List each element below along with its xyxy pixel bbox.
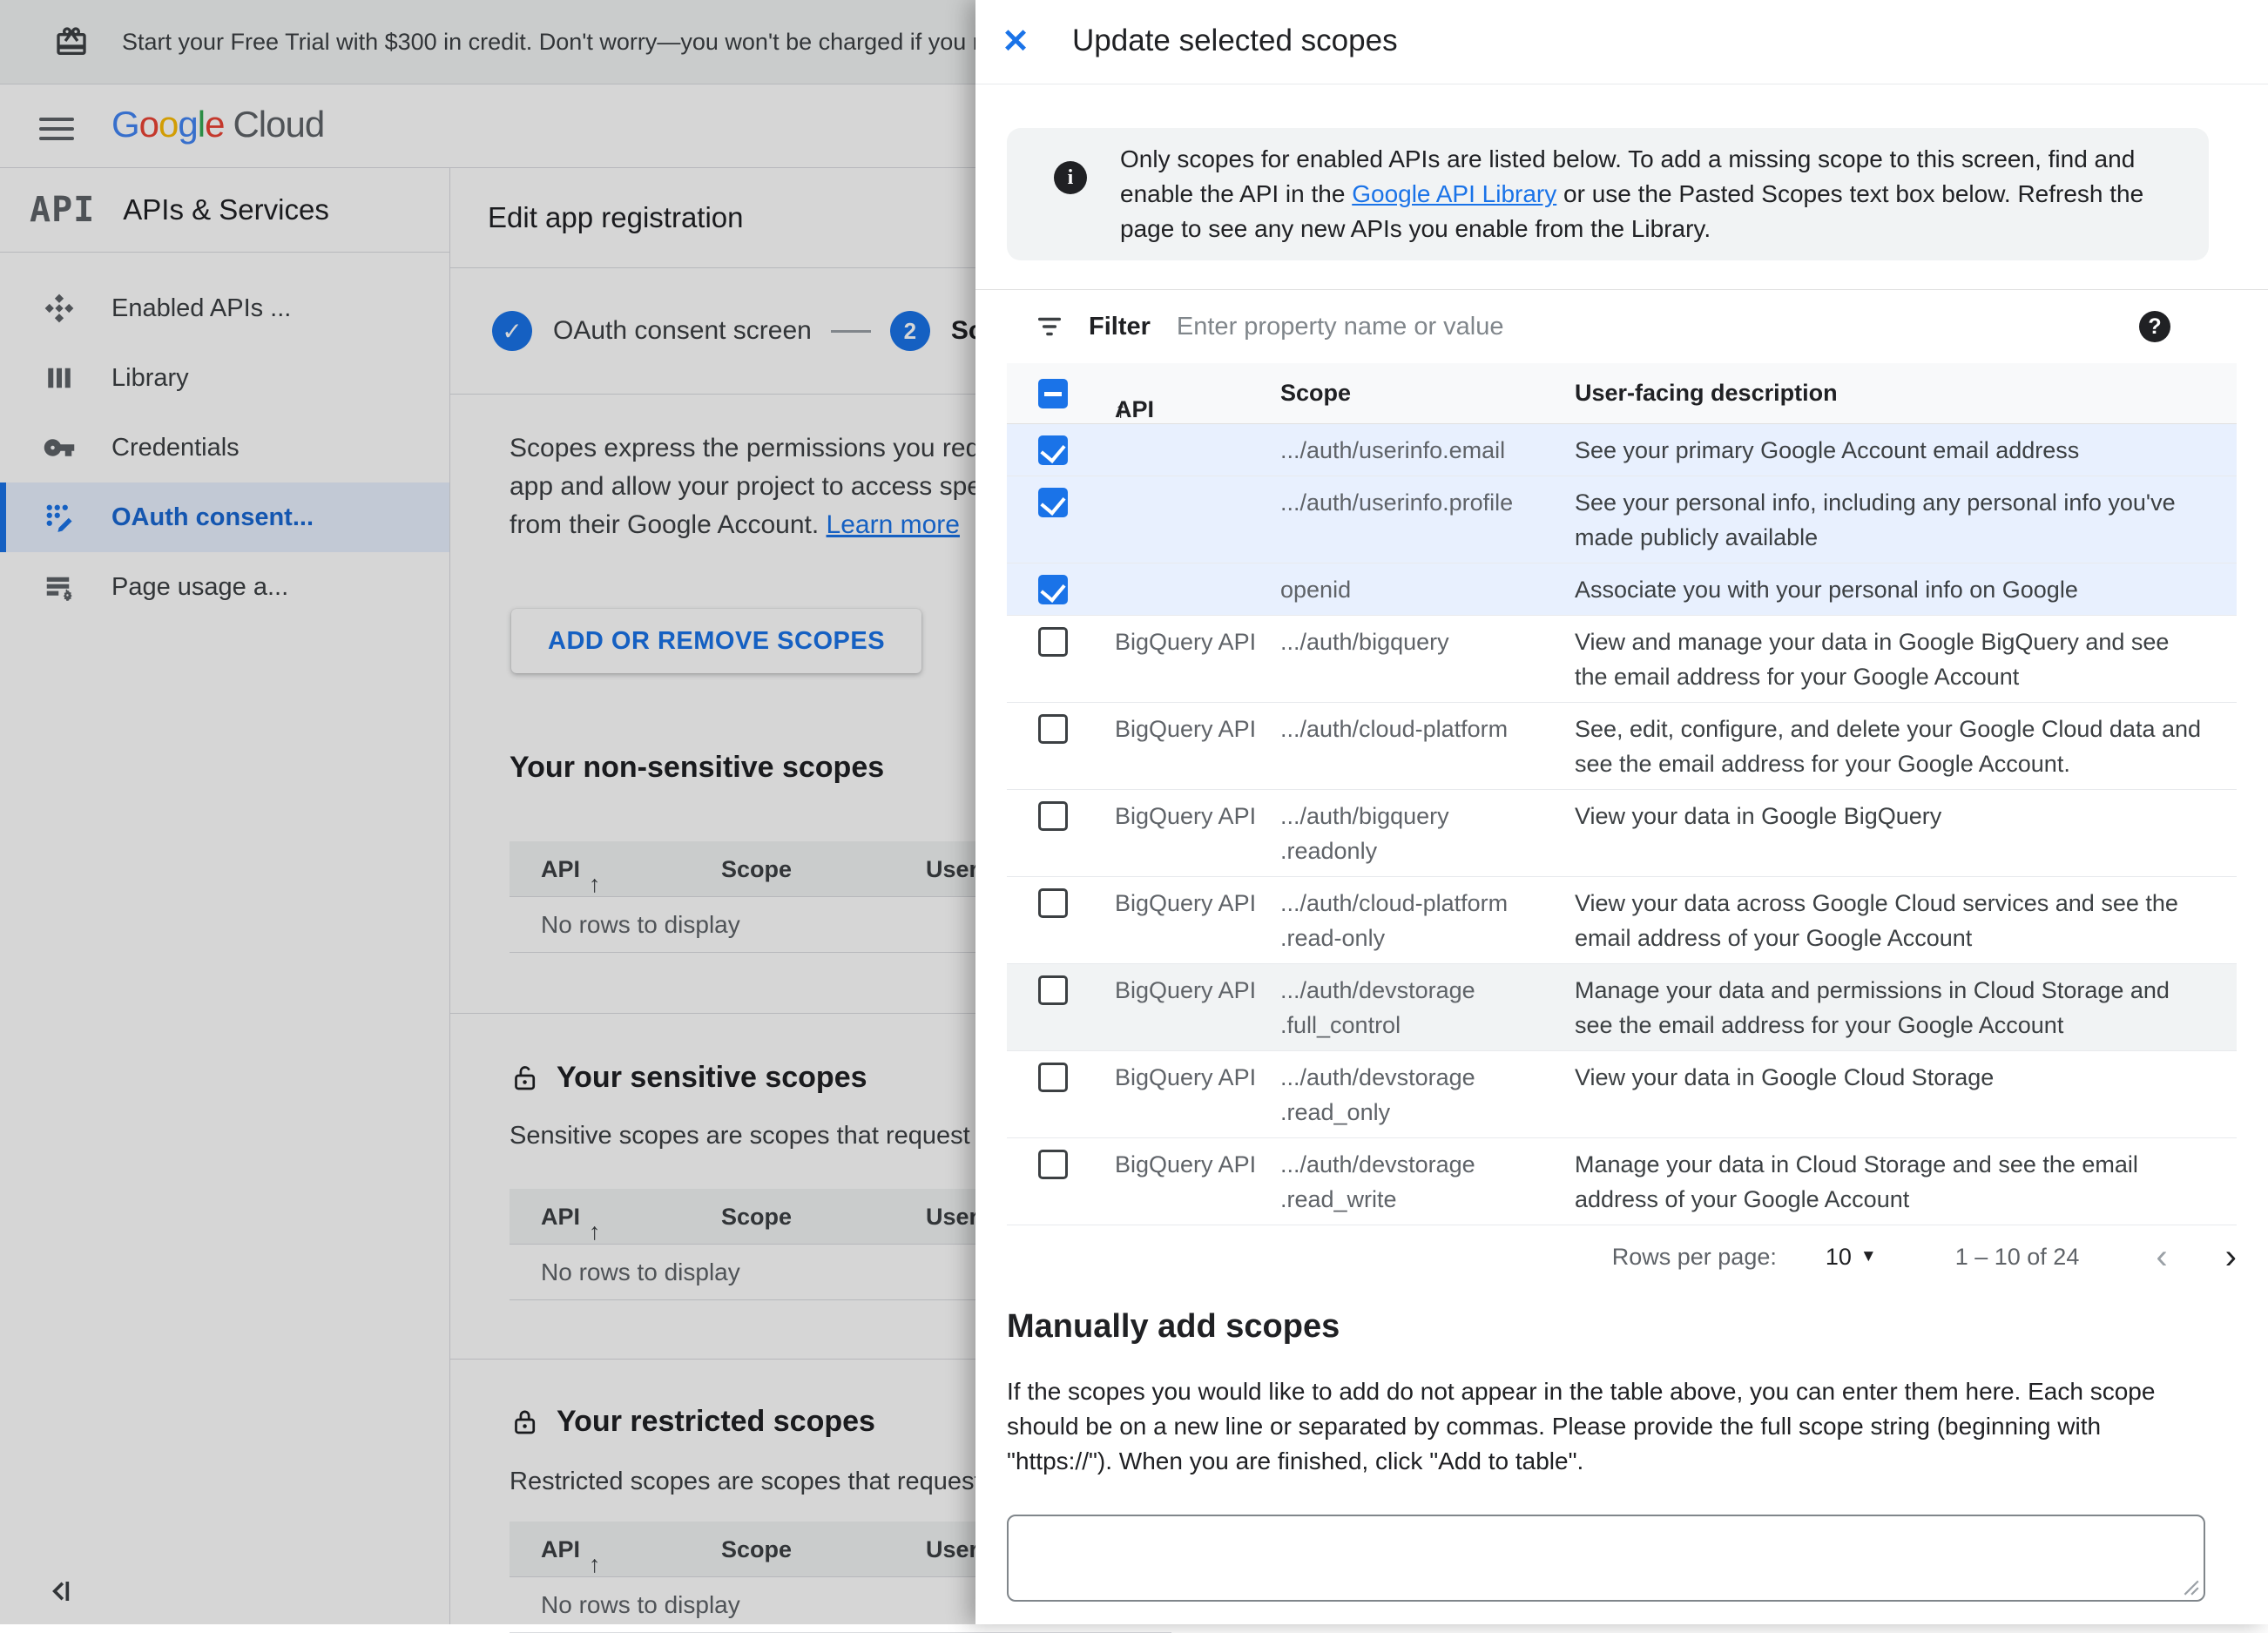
row-scope: .../auth/userinfo.email: [1280, 433, 1568, 468]
row-description: See, edit, configure, and delete your Go…: [1575, 712, 2207, 781]
chevron-left-icon[interactable]: ‹: [2156, 1239, 2167, 1274]
row-scope: .../auth/bigquery: [1280, 624, 1568, 659]
row-description: View your data across Google Cloud servi…: [1575, 886, 2207, 955]
filter-icon: [1035, 312, 1064, 341]
rows-per-page-dropdown-icon[interactable]: ▼: [1860, 1247, 1877, 1266]
row-scope: openid: [1280, 572, 1568, 607]
info-banner-text: Only scopes for enabled APIs are listed …: [1120, 142, 2200, 246]
info-banner: i Only scopes for enabled APIs are liste…: [1007, 128, 2209, 260]
row-scope: .../auth/cloud-platform: [1280, 712, 1568, 746]
scopes-table-header: API ↑ Scope User-facing description: [1007, 363, 2237, 424]
scope-row-auth-devstorage-read-only[interactable]: BigQuery API.../auth/devstorage .read_on…: [1007, 1051, 2237, 1138]
column-header-scope: Scope: [1280, 380, 1568, 407]
row-description: See your personal info, including any pe…: [1575, 485, 2207, 555]
scope-row-auth-cloud-platform-read-only[interactable]: BigQuery API.../auth/cloud-platform .rea…: [1007, 877, 2237, 964]
row-api-name: BigQuery API: [1115, 712, 1289, 746]
scope-row-auth-bigquery-readonly[interactable]: BigQuery API.../auth/bigquery .readonlyV…: [1007, 790, 2237, 877]
row-checkbox-unchecked[interactable]: [1038, 1150, 1068, 1179]
info-icon: i: [1054, 161, 1087, 194]
scope-row-auth-cloud-platform[interactable]: BigQuery API.../auth/cloud-platformSee, …: [1007, 703, 2237, 790]
scope-row-auth-devstorage-read-write[interactable]: BigQuery API.../auth/devstorage .read_wr…: [1007, 1138, 2237, 1225]
row-description: View and manage your data in Google BigQ…: [1575, 624, 2207, 694]
sort-ascending-icon: ↑: [1115, 396, 1127, 423]
manual-scopes-field: [1007, 1515, 2205, 1602]
row-api-name: BigQuery API: [1115, 973, 1289, 1008]
scope-row-auth-userinfo-email[interactable]: .../auth/userinfo.emailSee your primary …: [1007, 424, 2237, 476]
rows-per-page-label: Rows per page:: [1612, 1244, 1777, 1271]
row-scope: .../auth/cloud-platform .read-only: [1280, 886, 1568, 955]
row-checkbox-unchecked[interactable]: [1038, 714, 1068, 744]
panel-header: ✕ Update selected scopes: [975, 0, 2268, 84]
manual-scopes-textarea[interactable]: [1007, 1515, 2205, 1602]
row-checkbox-unchecked[interactable]: [1038, 627, 1068, 657]
row-api-name: BigQuery API: [1115, 1147, 1289, 1182]
close-icon[interactable]: ✕: [993, 19, 1038, 64]
row-checkbox-unchecked[interactable]: [1038, 801, 1068, 831]
filter-input[interactable]: [1177, 313, 1961, 341]
row-scope: .../auth/devstorage .full_control: [1280, 973, 1568, 1043]
select-all-checkbox[interactable]: [1038, 379, 1068, 408]
column-header-description: User-facing description: [1575, 380, 2207, 407]
rows-per-page-value[interactable]: 10: [1826, 1244, 1852, 1271]
row-scope: .../auth/devstorage .read_write: [1280, 1147, 1568, 1217]
row-api-name: BigQuery API: [1115, 799, 1289, 833]
row-description: Associate you with your personal info on…: [1575, 572, 2207, 607]
manually-add-scopes-description: If the scopes you would like to add do n…: [1007, 1374, 2212, 1479]
row-checkbox-checked[interactable]: [1038, 488, 1068, 517]
table-pagination: Rows per page: 10 ▼ 1 – 10 of 24 ‹ ›: [1007, 1225, 2237, 1288]
pagination-range: 1 – 10 of 24: [1955, 1244, 2080, 1271]
row-scope: .../auth/userinfo.profile: [1280, 485, 1568, 520]
manually-add-scopes-title: Manually add scopes: [1007, 1308, 1340, 1346]
row-description: View your data in Google Cloud Storage: [1575, 1060, 2207, 1095]
panel-title: Update selected scopes: [1072, 24, 1398, 58]
row-description: Manage your data in Cloud Storage and se…: [1575, 1147, 2207, 1217]
scope-row-auth-devstorage-full-control[interactable]: BigQuery API.../auth/devstorage .full_co…: [1007, 964, 2237, 1051]
row-checkbox-unchecked[interactable]: [1038, 975, 1068, 1005]
filter-label: Filter: [1089, 313, 1151, 341]
scopes-table: API ↑ Scope User-facing description .../…: [1007, 363, 2237, 1225]
google-api-library-link[interactable]: Google API Library: [1352, 180, 1556, 207]
row-checkbox-checked[interactable]: [1038, 575, 1068, 604]
row-scope: .../auth/bigquery .readonly: [1280, 799, 1568, 868]
scope-row-openid[interactable]: openidAssociate you with your personal i…: [1007, 563, 2237, 616]
row-checkbox-checked[interactable]: [1038, 435, 1068, 465]
row-api-name: BigQuery API: [1115, 624, 1289, 659]
row-scope: .../auth/devstorage .read_only: [1280, 1060, 1568, 1130]
help-icon[interactable]: ?: [2139, 311, 2170, 342]
row-description: View your data in Google BigQuery: [1575, 799, 2207, 833]
scope-row-auth-userinfo-profile[interactable]: .../auth/userinfo.profileSee your person…: [1007, 476, 2237, 563]
row-api-name: BigQuery API: [1115, 886, 1289, 921]
chevron-right-icon[interactable]: ›: [2225, 1239, 2237, 1274]
row-description: See your primary Google Account email ad…: [1575, 433, 2207, 468]
update-scopes-panel: ✕ Update selected scopes i Only scopes f…: [975, 0, 2268, 1624]
scope-row-auth-bigquery[interactable]: BigQuery API.../auth/bigqueryView and ma…: [1007, 616, 2237, 703]
row-description: Manage your data and permissions in Clou…: [1575, 973, 2207, 1043]
filter-bar: Filter ?: [975, 289, 2268, 363]
row-api-name: BigQuery API: [1115, 1060, 1289, 1095]
row-checkbox-unchecked[interactable]: [1038, 1063, 1068, 1092]
row-checkbox-unchecked[interactable]: [1038, 888, 1068, 918]
